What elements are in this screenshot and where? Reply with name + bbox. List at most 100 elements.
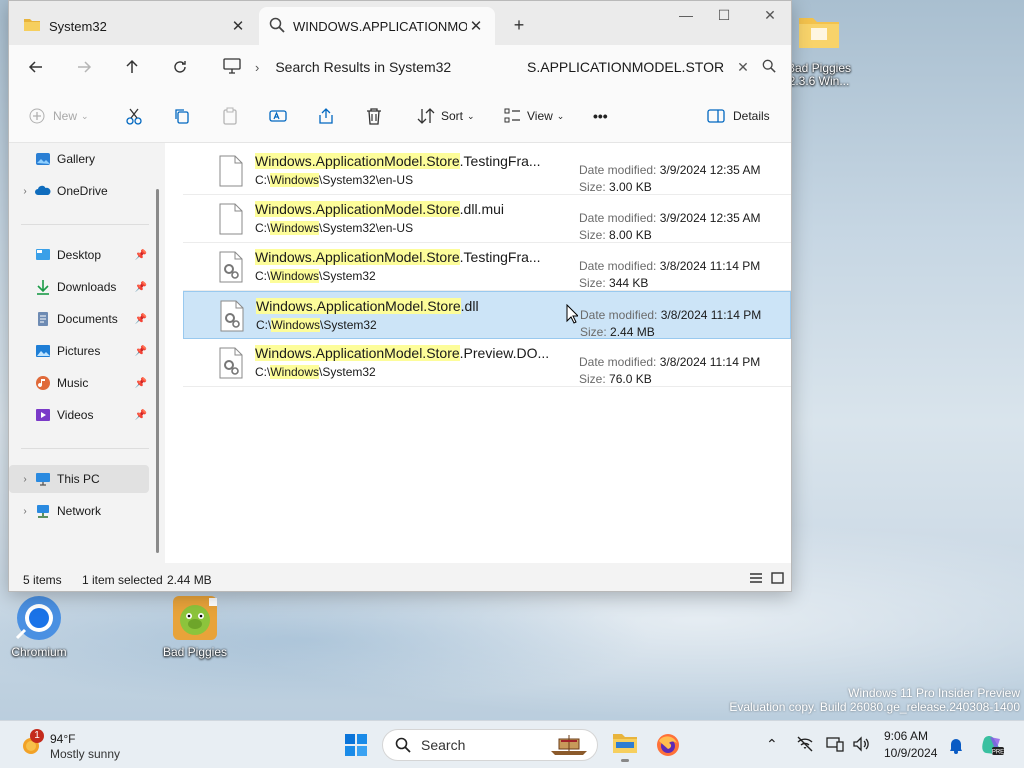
sidebar-item-network[interactable]: › Network bbox=[9, 497, 149, 525]
sidebar-item-pictures[interactable]: Pictures 📌 bbox=[9, 337, 149, 365]
pin-icon: 📌 bbox=[134, 409, 147, 421]
search-icon[interactable] bbox=[755, 59, 783, 76]
sidebar-item-downloads[interactable]: Downloads 📌 bbox=[9, 273, 149, 301]
desktop-icon-chromium[interactable]: Chromium bbox=[0, 594, 84, 659]
download-icon bbox=[35, 279, 51, 295]
sidebar-item-gallery[interactable]: Gallery bbox=[9, 145, 149, 173]
view-button[interactable]: View ⌄ bbox=[503, 105, 564, 127]
copilot-icon[interactable]: PRE bbox=[980, 733, 1004, 760]
new-tab-button[interactable]: + bbox=[509, 15, 529, 35]
display-icon[interactable] bbox=[826, 736, 844, 755]
bad-piggies-icon bbox=[171, 594, 219, 642]
taskbar-search[interactable]: Search bbox=[382, 729, 598, 761]
table-row[interactable]: Windows.ApplicationModel.Store.TestingFr… bbox=[183, 147, 791, 195]
watermark-line-2: Evaluation copy. Build 26080.ge_release.… bbox=[729, 700, 1020, 714]
taskbar: 1 94°F Mostly sunny Search ⌃ 9:06 AM 10/… bbox=[0, 720, 1024, 768]
file-date: Date modified: 3/8/2024 11:14 PM bbox=[579, 355, 761, 369]
file-name: Windows.ApplicationModel.Store.TestingFr… bbox=[255, 249, 541, 265]
tab-system32[interactable]: System32 ✕ bbox=[13, 7, 257, 45]
cut-button[interactable] bbox=[125, 105, 143, 127]
table-row[interactable]: Windows.ApplicationModel.Store.Preview.D… bbox=[183, 339, 791, 387]
close-icon[interactable]: ✕ bbox=[229, 17, 247, 35]
weather-widget[interactable]: 1 94°F Mostly sunny bbox=[18, 729, 138, 763]
close-button[interactable]: ✕ bbox=[747, 7, 793, 27]
up-button[interactable] bbox=[119, 55, 145, 79]
volume-icon[interactable] bbox=[852, 736, 870, 755]
rename-button[interactable] bbox=[269, 105, 287, 127]
search-box[interactable]: S.APPLICATIONMODEL.STOR ✕ bbox=[521, 51, 783, 83]
table-row[interactable]: Windows.ApplicationModel.Store.TestingFr… bbox=[183, 243, 791, 291]
selection-count: 1 item selected bbox=[82, 573, 163, 587]
file-path: C:\Windows\System32 bbox=[255, 269, 376, 283]
folder-icon bbox=[613, 734, 637, 753]
new-button[interactable]: New ⌄ bbox=[29, 105, 89, 127]
table-row[interactable]: Windows.ApplicationModel.Store.dll.mui C:… bbox=[183, 195, 791, 243]
chevron-right-icon[interactable]: › bbox=[17, 474, 33, 485]
chevron-up-icon[interactable]: ⌃ bbox=[766, 736, 778, 753]
sidebar-item-label: Documents bbox=[57, 312, 118, 326]
details-view-icon[interactable] bbox=[749, 572, 763, 587]
file-explorer-taskbar-button[interactable] bbox=[612, 731, 638, 762]
file-size: Size: 3.00 KB bbox=[579, 180, 652, 194]
divider bbox=[21, 224, 149, 225]
tab-search-results[interactable]: WINDOWS.APPLICATIONMODEL.STORE ✕ bbox=[259, 7, 495, 45]
firefox-taskbar-button[interactable] bbox=[656, 733, 680, 760]
sidebar-item-label: Desktop bbox=[57, 248, 102, 262]
share-button[interactable] bbox=[317, 105, 335, 127]
sidebar-item-label: Videos bbox=[57, 408, 94, 422]
file-icon bbox=[219, 203, 243, 235]
computer-icon bbox=[223, 57, 241, 77]
clock-date[interactable]: 10/9/2024 bbox=[884, 746, 937, 760]
desktop-icon bbox=[35, 247, 51, 263]
sidebar-item-this-pc[interactable]: › This PC bbox=[9, 465, 149, 493]
delete-button[interactable] bbox=[365, 105, 383, 127]
clear-search-icon[interactable]: ✕ bbox=[731, 59, 755, 76]
address-bar[interactable]: › Search Results in System32 bbox=[215, 51, 515, 83]
sidebar-item-onedrive[interactable]: › OneDrive bbox=[9, 177, 149, 205]
file-date: Date modified: 3/9/2024 12:35 AM bbox=[579, 211, 761, 225]
clock-time[interactable]: 9:06 AM bbox=[884, 729, 928, 743]
sidebar-item-videos[interactable]: Videos 📌 bbox=[9, 401, 149, 429]
chevron-right-icon[interactable]: › bbox=[255, 60, 259, 75]
sidebar-item-desktop[interactable]: Desktop 📌 bbox=[9, 241, 149, 269]
file-date: Date modified: 3/9/2024 12:35 AM bbox=[579, 163, 761, 177]
file-name: Windows.ApplicationModel.Store.dll bbox=[256, 298, 479, 314]
file-explorer-window: System32 ✕ WINDOWS.APPLICATIONMODEL.STOR… bbox=[8, 0, 792, 592]
maximize-button[interactable]: ☐ bbox=[701, 7, 747, 27]
more-options-button[interactable]: ••• bbox=[593, 105, 608, 127]
chevron-right-icon[interactable]: › bbox=[17, 186, 33, 197]
sidebar-item-music[interactable]: Music 📌 bbox=[9, 369, 149, 397]
sidebar-item-documents[interactable]: Documents 📌 bbox=[9, 305, 149, 333]
tab-label: System32 bbox=[49, 18, 107, 34]
forward-button[interactable] bbox=[71, 55, 97, 79]
notification-bell-icon[interactable] bbox=[948, 736, 964, 757]
new-label: New bbox=[53, 109, 78, 123]
item-count: 5 items bbox=[23, 573, 62, 587]
details-button[interactable]: Details bbox=[707, 105, 770, 127]
evaluation-watermark: Windows 11 Pro Insider Preview Evaluatio… bbox=[729, 686, 1020, 714]
tiles-view-icon[interactable] bbox=[771, 572, 784, 587]
gallery-icon bbox=[35, 151, 51, 167]
sidebar-scrollbar[interactable] bbox=[156, 189, 159, 553]
file-icon bbox=[219, 155, 243, 187]
search-input[interactable]: S.APPLICATIONMODEL.STOR bbox=[521, 59, 731, 75]
plus-circle-icon bbox=[29, 108, 45, 124]
document-icon bbox=[35, 311, 51, 327]
table-row[interactable]: Windows.ApplicationModel.Store.dll C:\Win… bbox=[183, 291, 791, 339]
folder-icon bbox=[795, 10, 843, 58]
details-pane-icon bbox=[707, 109, 725, 123]
windows-logo-icon bbox=[345, 734, 367, 756]
paste-button[interactable] bbox=[221, 105, 239, 127]
pin-icon: 📌 bbox=[134, 281, 147, 293]
mouse-cursor bbox=[566, 303, 580, 327]
sort-button[interactable]: Sort ⌄ bbox=[417, 105, 475, 127]
start-button[interactable] bbox=[344, 733, 368, 760]
back-button[interactable] bbox=[23, 55, 49, 79]
chevron-right-icon[interactable]: › bbox=[17, 506, 33, 517]
network-disconnected-icon[interactable] bbox=[796, 736, 814, 755]
desktop-icon-badpiggies[interactable]: Bad Piggies bbox=[150, 594, 240, 659]
refresh-button[interactable] bbox=[167, 55, 193, 79]
sort-icon bbox=[417, 108, 435, 124]
copy-button[interactable] bbox=[173, 105, 191, 127]
close-icon[interactable]: ✕ bbox=[467, 17, 485, 35]
